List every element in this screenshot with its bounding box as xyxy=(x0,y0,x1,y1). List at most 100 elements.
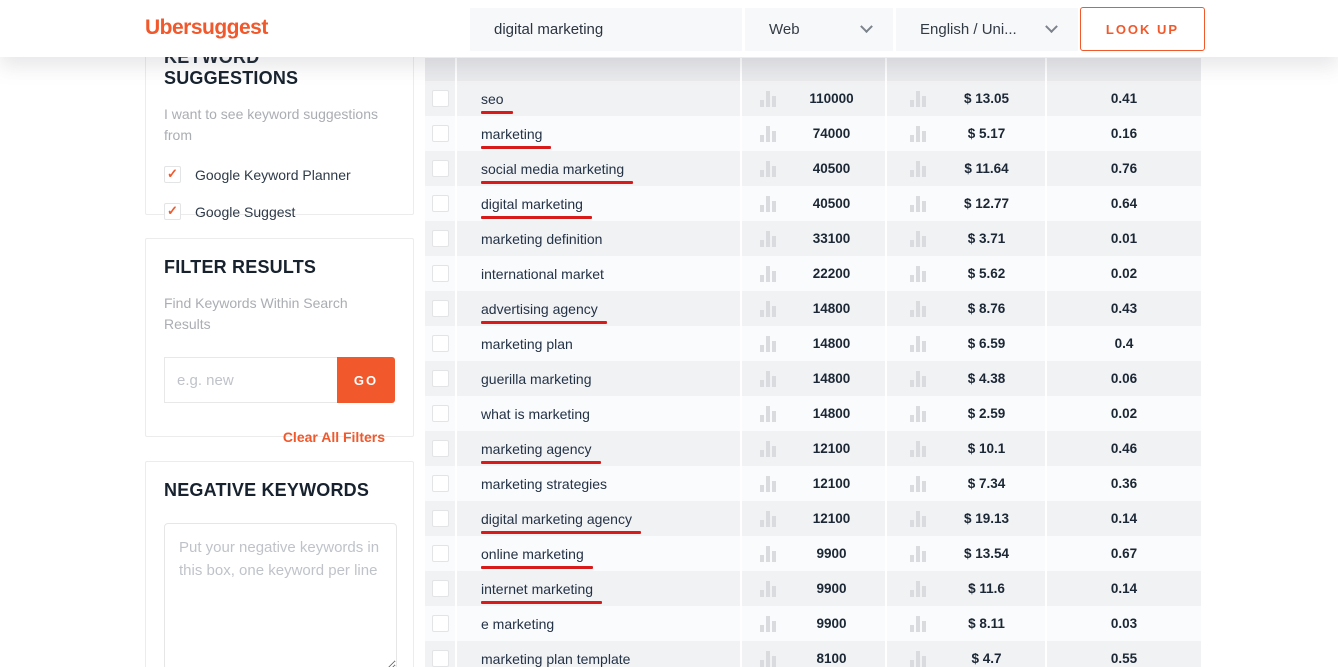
keyword-link[interactable]: digital marketing xyxy=(481,196,583,212)
volume-chart-icon[interactable] xyxy=(760,511,778,527)
volume-chart-icon[interactable] xyxy=(760,581,778,597)
row-cpc-cell: $ 13.05 xyxy=(885,81,1045,116)
row-cpc-cell: $ 4.7 xyxy=(885,641,1045,667)
volume-chart-icon[interactable] xyxy=(760,651,778,667)
filter-keyword-input[interactable] xyxy=(164,357,337,403)
google-keyword-planner-checkbox[interactable] xyxy=(164,166,181,183)
row-keyword-cell: digital marketing xyxy=(455,186,740,221)
keyword-link[interactable]: marketing agency xyxy=(481,441,592,457)
search-type-value: Web xyxy=(769,21,800,38)
keyword-link[interactable]: online marketing xyxy=(481,546,584,562)
keyword-link[interactable]: marketing strategies xyxy=(481,476,607,492)
volume-chart-icon[interactable] xyxy=(760,301,778,317)
row-checkbox[interactable] xyxy=(432,580,449,597)
competition-value: 0.55 xyxy=(1047,651,1201,666)
keyword-link[interactable]: digital marketing agency xyxy=(481,511,632,527)
row-checkbox[interactable] xyxy=(432,265,449,282)
competition-value: 0.01 xyxy=(1047,231,1201,246)
keyword-link[interactable]: marketing plan template xyxy=(481,651,630,667)
cpc-chart-icon[interactable] xyxy=(910,616,928,632)
row-checkbox[interactable] xyxy=(432,545,449,562)
row-competition-cell: 0.67 xyxy=(1045,536,1201,571)
volume-chart-icon[interactable] xyxy=(760,546,778,562)
row-checkbox[interactable] xyxy=(432,195,449,212)
row-checkbox[interactable] xyxy=(432,300,449,317)
cpc-chart-icon[interactable] xyxy=(910,161,928,177)
row-checkbox[interactable] xyxy=(432,230,449,247)
row-cpc-cell: $ 11.64 xyxy=(885,151,1045,186)
cpc-chart-icon[interactable] xyxy=(910,476,928,492)
row-checkbox[interactable] xyxy=(432,405,449,422)
row-checkbox[interactable] xyxy=(432,125,449,142)
ubersuggest-logo[interactable]: Ubersuggest xyxy=(145,16,268,40)
search-type-select[interactable]: Web xyxy=(745,8,893,51)
cpc-chart-icon[interactable] xyxy=(910,511,928,527)
volume-chart-icon[interactable] xyxy=(760,616,778,632)
keyword-link[interactable]: international market xyxy=(481,266,604,282)
source-option-google-suggest[interactable]: Google Suggest xyxy=(164,203,395,220)
keyword-link[interactable]: e marketing xyxy=(481,616,554,632)
row-cpc-cell: $ 19.13 xyxy=(885,501,1045,536)
volume-value: 33100 xyxy=(778,231,885,246)
negative-keywords-textarea[interactable] xyxy=(164,523,397,667)
cpc-chart-icon[interactable] xyxy=(910,651,928,667)
cpc-chart-icon[interactable] xyxy=(910,406,928,422)
volume-chart-icon[interactable] xyxy=(760,91,778,107)
volume-value: 14800 xyxy=(778,371,885,386)
volume-chart-icon[interactable] xyxy=(760,406,778,422)
volume-chart-icon[interactable] xyxy=(760,441,778,457)
keyword-link[interactable]: advertising agency xyxy=(481,301,598,317)
row-checkbox[interactable] xyxy=(432,90,449,107)
look-up-button[interactable]: LOOK UP xyxy=(1080,7,1205,51)
cpc-chart-icon[interactable] xyxy=(910,266,928,282)
row-checkbox-cell xyxy=(425,291,455,326)
row-checkbox[interactable] xyxy=(432,160,449,177)
row-checkbox[interactable] xyxy=(432,475,449,492)
row-checkbox[interactable] xyxy=(432,615,449,632)
table-row: digital marketing 40500 $ 12.77 0.64 xyxy=(425,186,1201,221)
clear-all-filters-link[interactable]: Clear All Filters xyxy=(164,429,395,445)
keyword-link[interactable]: seo xyxy=(481,91,504,107)
keyword-link[interactable]: marketing definition xyxy=(481,231,602,247)
cpc-chart-icon[interactable] xyxy=(910,546,928,562)
keyword-link[interactable]: social media marketing xyxy=(481,161,624,177)
row-checkbox-cell xyxy=(425,221,455,256)
table-row: marketing strategies 12100 $ 7.34 0.36 xyxy=(425,466,1201,501)
google-suggest-checkbox[interactable] xyxy=(164,203,181,220)
keyword-search-input[interactable] xyxy=(470,8,742,51)
keyword-link[interactable]: internet marketing xyxy=(481,581,593,597)
keyword-link[interactable]: guerilla marketing xyxy=(481,371,592,387)
row-checkbox[interactable] xyxy=(432,370,449,387)
row-checkbox[interactable] xyxy=(432,440,449,457)
cpc-chart-icon[interactable] xyxy=(910,91,928,107)
keyword-link[interactable]: marketing plan xyxy=(481,336,573,352)
volume-chart-icon[interactable] xyxy=(760,476,778,492)
go-button[interactable]: GO xyxy=(337,357,395,403)
cpc-chart-icon[interactable] xyxy=(910,301,928,317)
volume-chart-icon[interactable] xyxy=(760,196,778,212)
cpc-chart-icon[interactable] xyxy=(910,581,928,597)
cpc-chart-icon[interactable] xyxy=(910,231,928,247)
volume-chart-icon[interactable] xyxy=(760,266,778,282)
volume-chart-icon[interactable] xyxy=(760,336,778,352)
language-select[interactable]: English / Uni... xyxy=(896,8,1078,51)
cpc-chart-icon[interactable] xyxy=(910,371,928,387)
cpc-chart-icon[interactable] xyxy=(910,336,928,352)
row-checkbox[interactable] xyxy=(432,510,449,527)
volume-chart-icon[interactable] xyxy=(760,161,778,177)
cpc-chart-icon[interactable] xyxy=(910,126,928,142)
keyword-link[interactable]: marketing xyxy=(481,126,542,142)
keyword-link[interactable]: what is marketing xyxy=(481,406,590,422)
source-option-google-keyword-planner[interactable]: Google Keyword Planner xyxy=(164,166,395,183)
row-checkbox[interactable] xyxy=(432,335,449,352)
volume-chart-icon[interactable] xyxy=(760,371,778,387)
row-volume-cell: 12100 xyxy=(740,431,885,466)
volume-chart-icon[interactable] xyxy=(760,231,778,247)
header-cell-cpc xyxy=(885,58,1045,81)
volume-value: 9900 xyxy=(778,581,885,596)
volume-chart-icon[interactable] xyxy=(760,126,778,142)
cpc-chart-icon[interactable] xyxy=(910,196,928,212)
cpc-chart-icon[interactable] xyxy=(910,441,928,457)
row-volume-cell: 22200 xyxy=(740,256,885,291)
row-checkbox[interactable] xyxy=(432,650,449,667)
